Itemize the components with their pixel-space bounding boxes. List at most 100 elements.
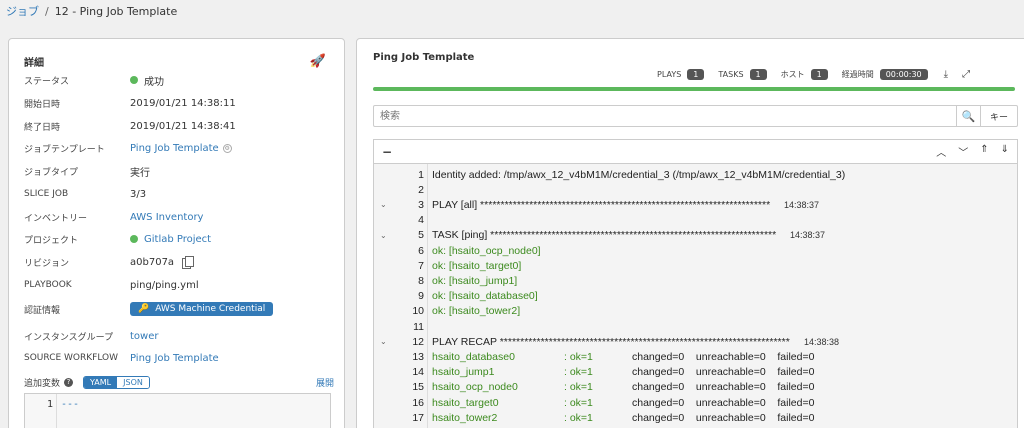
copy-icon[interactable] [182,256,195,269]
output-line: ⌄ 3 PLAY [all] ***************************… [374,197,1017,212]
line-number: 7 [418,259,424,272]
output-line: 11 [374,319,1017,334]
elapsed-label: 経過時間 [841,69,874,79]
expand-link[interactable]: 展開 [316,376,334,389]
download-icon[interactable]: ⤓ [944,69,948,80]
plays-label: PLAYS [657,69,682,79]
detail-row-finished: 終了日時 2019/01/21 14:38:41 [24,118,236,134]
hosts-label: ホスト [780,69,805,79]
recap-stats: changed=0 unreachable=0 failed=0 [632,366,815,379]
line-text: PLAY RECAP *****************************… [432,335,790,348]
detail-row-inventory: インベントリー AWS Inventory [24,209,203,225]
search-icon[interactable]: 🔍 [957,105,981,127]
playbook-value: ping/ping.yml [130,279,199,291]
details-panel: 詳細 🚀 ステータス 成功 開始日時 2019/01/21 14:38:11 終… [8,38,345,428]
line-number: 12 [412,335,424,348]
recap-host: hsaito_target0 [432,396,499,409]
recap-entry: hsaito_target0: ok=1 changed=0 unreachabl… [432,397,814,409]
detail-label: 開始日時 [24,99,61,110]
extra-vars-header: 追加変数 ? YAML JSON 展開 [24,374,334,390]
detail-label: リビジョン [24,258,70,269]
chevron-up-icon[interactable]: ︿ [936,144,946,159]
recap-stats: changed=0 unreachable=0 failed=0 [632,381,815,394]
recap-ok: : ok=1 [564,350,593,363]
breadcrumb-separator: / [45,5,49,18]
line-number: 4 [418,214,424,227]
output-line: 2 [374,182,1017,197]
recap-ok: : ok=1 [564,411,593,424]
project-link[interactable]: Gitlab Project [144,234,211,245]
breadcrumb-jobs-link[interactable]: ジョブ [6,5,39,18]
output-line: 4 [374,213,1017,228]
detail-label: ジョブタイプ [24,167,79,178]
recap-stats: changed=0 unreachable=0 failed=0 [632,396,815,409]
output-navigation: ︿ ﹀ ⇑ ⇓ [924,144,1009,159]
job-template-link[interactable]: Ping Job Template [130,143,219,154]
output-line: 16 hsaito_target0: ok=1 changed=0 unreacha… [374,395,1017,410]
chevron-down-icon[interactable]: ﹀ [958,144,968,159]
finished-value: 2019/01/21 14:38:41 [130,120,236,132]
yaml-toggle-button[interactable]: YAML [84,376,118,388]
collapse-all-icon[interactable]: − [382,145,392,159]
format-toggle: YAML JSON [83,375,150,389]
recap-entry: hsaito_database0: ok=1 changed=0 unreacha… [432,351,814,363]
detail-row-revision: リビジョン a0b707a [24,254,195,270]
recap-ok: : ok=1 [564,366,593,379]
line-number: 8 [418,274,424,287]
credential-badge[interactable]: 🔑 AWS Machine Credential [130,302,274,316]
search-bar: 🔍 キー [373,105,1018,127]
output-toolbar: − ︿ ﹀ ⇑ ⇓ [374,140,1017,164]
tasks-label: TASKS [718,69,744,79]
fullscreen-icon[interactable]: ⤢ [962,69,970,80]
instance-group-link[interactable]: tower [130,331,158,342]
detail-row-source-workflow: SOURCE WORKFLOW Ping Job Template [24,350,219,366]
job-progress-bar [373,87,1015,91]
status-text: 成功 [144,76,164,88]
line-number: 5 [418,229,424,242]
help-icon[interactable]: ? [64,377,74,387]
template-icon[interactable]: ⚙ [222,143,232,153]
inventory-link[interactable]: AWS Inventory [130,212,203,223]
json-toggle-button[interactable]: JSON [117,376,149,388]
job-type-value: 実行 [130,167,150,179]
detail-label: 認証情報 [24,305,61,316]
line-number: 1 [418,168,424,181]
detail-label: インベントリー [24,213,88,224]
line-text: PLAY [all] *****************************… [432,198,771,211]
recap-ok: : ok=1 [564,381,593,394]
line-number: 3 [418,198,424,211]
double-chevron-up-icon[interactable]: ⇑ [980,144,988,159]
relaunch-rocket-icon[interactable]: 🚀 [310,54,326,69]
output-line: ⌄ 12 PLAY RECAP **************************… [374,334,1017,349]
line-number: 9 [418,290,424,303]
detail-row-instance-group: インスタンスグループ tower [24,328,158,344]
output-line: 8 ok: [hsaito_jump1] [374,273,1017,288]
double-chevron-down-icon[interactable]: ⇓ [1001,144,1009,159]
source-workflow-link[interactable]: Ping Job Template [130,353,219,364]
detail-label: インスタンスグループ [24,332,114,343]
detail-label: ジョブテンプレート [24,144,105,155]
output-body: 1 Identity added: /tmp/awx_12_v4bM1M/cred… [374,164,1017,428]
slice-job-value: 3/3 [130,188,147,200]
hosts-count-badge: 1 [810,68,828,80]
output-line: ⌄ 5 TASK [ping] **************************… [374,228,1017,243]
detail-row-playbook: PLAYBOOK ping/ping.yml [24,277,199,293]
key-button[interactable]: キー [981,105,1018,127]
detail-row-job-type: ジョブタイプ 実行 [24,163,150,179]
started-value: 2019/01/21 14:38:11 [130,97,236,109]
output-line: 7 ok: [hsaito_target0] [374,258,1017,273]
output-line: 14 hsaito_jump1: ok=1 changed=0 unreachabl… [374,365,1017,380]
expand-chevron-icon[interactable]: ⌄ [380,337,387,346]
extra-vars-editor[interactable]: 1 --- [24,393,331,428]
recap-host: hsaito_tower2 [432,411,498,424]
output-line: 6 ok: [hsaito_ocp_node0] [374,243,1017,258]
detail-row-status: ステータス 成功 [24,72,164,88]
search-input[interactable] [373,105,957,127]
key-icon: 🔑 [138,304,150,314]
expand-chevron-icon[interactable]: ⌄ [380,200,387,209]
expand-chevron-icon[interactable]: ⌄ [380,231,387,240]
output-panel: Ping Job Template PLAYS 1 TASKS 1 ホスト 1 … [356,38,1024,428]
output-title: Ping Job Template [373,52,475,63]
credential-text: AWS Machine Credential [155,304,266,314]
detail-row-started: 開始日時 2019/01/21 14:38:11 [24,95,236,111]
